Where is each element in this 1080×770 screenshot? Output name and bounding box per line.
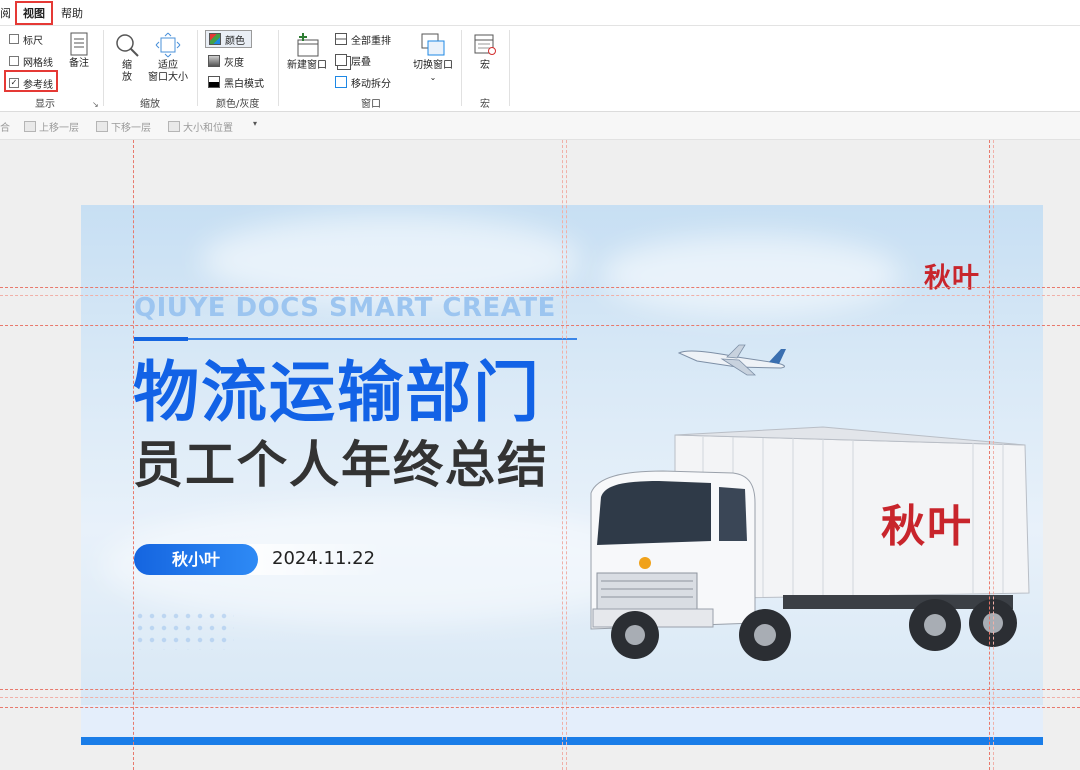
bring-forward-label: 上移一层 [39,123,79,134]
ruler-label: 标尺 [23,35,43,47]
magnifier-icon [116,34,139,57]
size-position-label: 大小和位置 [183,123,233,134]
horizontal-guide[interactable] [0,697,1080,698]
zoom-group-label: 缩放 [140,99,160,110]
menu-bar: 阅 视图 帮助 [0,0,1080,26]
bring-forward-icon [24,121,36,132]
move-split-button[interactable]: 移动拆分 [335,74,391,90]
switch-window-icon [421,33,445,56]
group-divider [509,30,510,106]
grayscale-button[interactable]: 灰度 [208,53,244,69]
dialog-launcher-icon[interactable]: ↘ [92,100,99,109]
vertical-guide[interactable] [989,140,990,770]
macro-label: 宏 [480,60,490,71]
arrange-all-button[interactable]: 全部重排 [335,31,391,47]
group-divider [103,30,104,106]
truck-image [590,426,1030,661]
combine-button[interactable]: 合 [0,119,10,134]
chevron-down-icon: ⌄ [429,73,437,82]
fit-window-icon [155,32,181,58]
horizontal-guide[interactable] [0,287,1080,288]
group-divider [278,30,279,106]
highlight-view-tab [15,1,53,25]
cascade-icon [335,54,347,66]
arrange-toolbar: 合 上移一层 下移一层 大小和位置 ▾ [0,112,1080,140]
truck-brand-logo: 秋叶 [881,501,973,552]
color-group-label: 颜色/灰度 [216,99,260,110]
macro-button[interactable]: 宏 [470,32,500,72]
title-divider-accent [134,337,188,341]
fit-window-button[interactable]: 适应 窗口大小 [145,32,191,84]
zoom-label: 缩 放 [122,60,132,83]
ruler-checkbox[interactable]: 标尺 [9,32,43,47]
vertical-guide[interactable] [993,140,994,770]
arrange-all-label: 全部重排 [351,35,391,47]
group-divider [461,30,462,106]
horizontal-guide[interactable] [0,707,1080,708]
vertical-guide[interactable] [562,140,563,770]
gridlines-label: 网格线 [23,57,53,69]
vertical-guide[interactable] [566,140,567,770]
dot-pattern-decoration [134,610,234,650]
highlight-guides-checkbox [4,70,58,92]
ribbon: 标尺 网格线 ✓ 参考线 备注 显示 ↘ 缩 放 适应 窗口大小 缩放 颜色 灰… [0,26,1080,112]
menu-tab-help[interactable]: 帮助 [61,5,83,21]
black-white-button[interactable]: 黑白模式 [208,74,264,90]
main-title[interactable]: 物流运输部门 [133,355,541,431]
arrange-all-icon [335,33,347,45]
presenter-name[interactable]: 秋小叶 [134,544,258,575]
send-backward-label: 下移一层 [111,123,151,134]
cascade-label: 层叠 [351,56,371,68]
send-backward-button[interactable]: 下移一层 [96,119,151,134]
new-window-button[interactable]: 新建窗口 [286,32,328,72]
checkbox-box [9,34,19,44]
horizontal-guide[interactable] [0,295,1080,296]
presentation-date[interactable]: 2024.11.22 [272,548,375,569]
title-divider [134,337,577,341]
show-group-label: 显示 [35,99,55,110]
black-white-label: 黑白模式 [224,78,264,90]
combine-label: 合 [0,123,10,134]
window-group-label: 窗口 [361,99,381,110]
switch-window-button[interactable]: 切换窗口 ⌄ [410,32,456,84]
send-backward-icon [96,121,108,132]
menu-tab-review-partial[interactable]: 阅 [0,5,11,21]
vertical-guide[interactable] [133,140,134,770]
macro-group-label: 宏 [480,99,490,110]
size-position-button[interactable]: 大小和位置 [168,119,233,134]
grayscale-swatch-icon [208,55,220,67]
color-mode-label: 颜色 [225,35,245,47]
black-white-swatch-icon [208,76,220,88]
checkbox-box [9,56,19,66]
group-divider [197,30,198,106]
brand-logo: 秋叶 [924,263,980,294]
notes-label: 备注 [69,58,89,69]
new-window-label: 新建窗口 [287,60,327,71]
switch-window-label: 切换窗口 [413,60,453,71]
airplane-image [677,344,786,376]
gridlines-checkbox[interactable]: 网格线 [9,54,53,69]
more-dropdown-icon[interactable]: ▾ [253,119,257,128]
grayscale-label: 灰度 [224,57,244,69]
english-subtitle[interactable]: QIUYE DOCS SMART CREATE [134,293,556,323]
macro-icon [474,34,496,55]
move-split-label: 移动拆分 [351,78,391,90]
notes-button[interactable]: 备注 [64,32,94,70]
horizontal-guide[interactable] [0,325,1080,326]
fit-window-label: 适应 窗口大小 [148,60,188,83]
zoom-button[interactable]: 缩 放 [112,32,142,84]
size-position-icon [168,121,180,132]
color-swatch-icon [209,33,221,45]
horizontal-guide[interactable] [0,689,1080,690]
cloud-decoration [201,215,581,305]
sub-title[interactable]: 员工个人年终总结 [133,435,549,495]
notes-icon [70,32,88,56]
color-mode-button[interactable]: 颜色 [205,30,252,48]
move-split-icon [335,76,347,88]
cloud-decoration [601,235,901,315]
bring-forward-button[interactable]: 上移一层 [24,119,79,134]
cascade-button[interactable]: 层叠 [335,52,371,68]
new-window-icon [297,33,319,57]
